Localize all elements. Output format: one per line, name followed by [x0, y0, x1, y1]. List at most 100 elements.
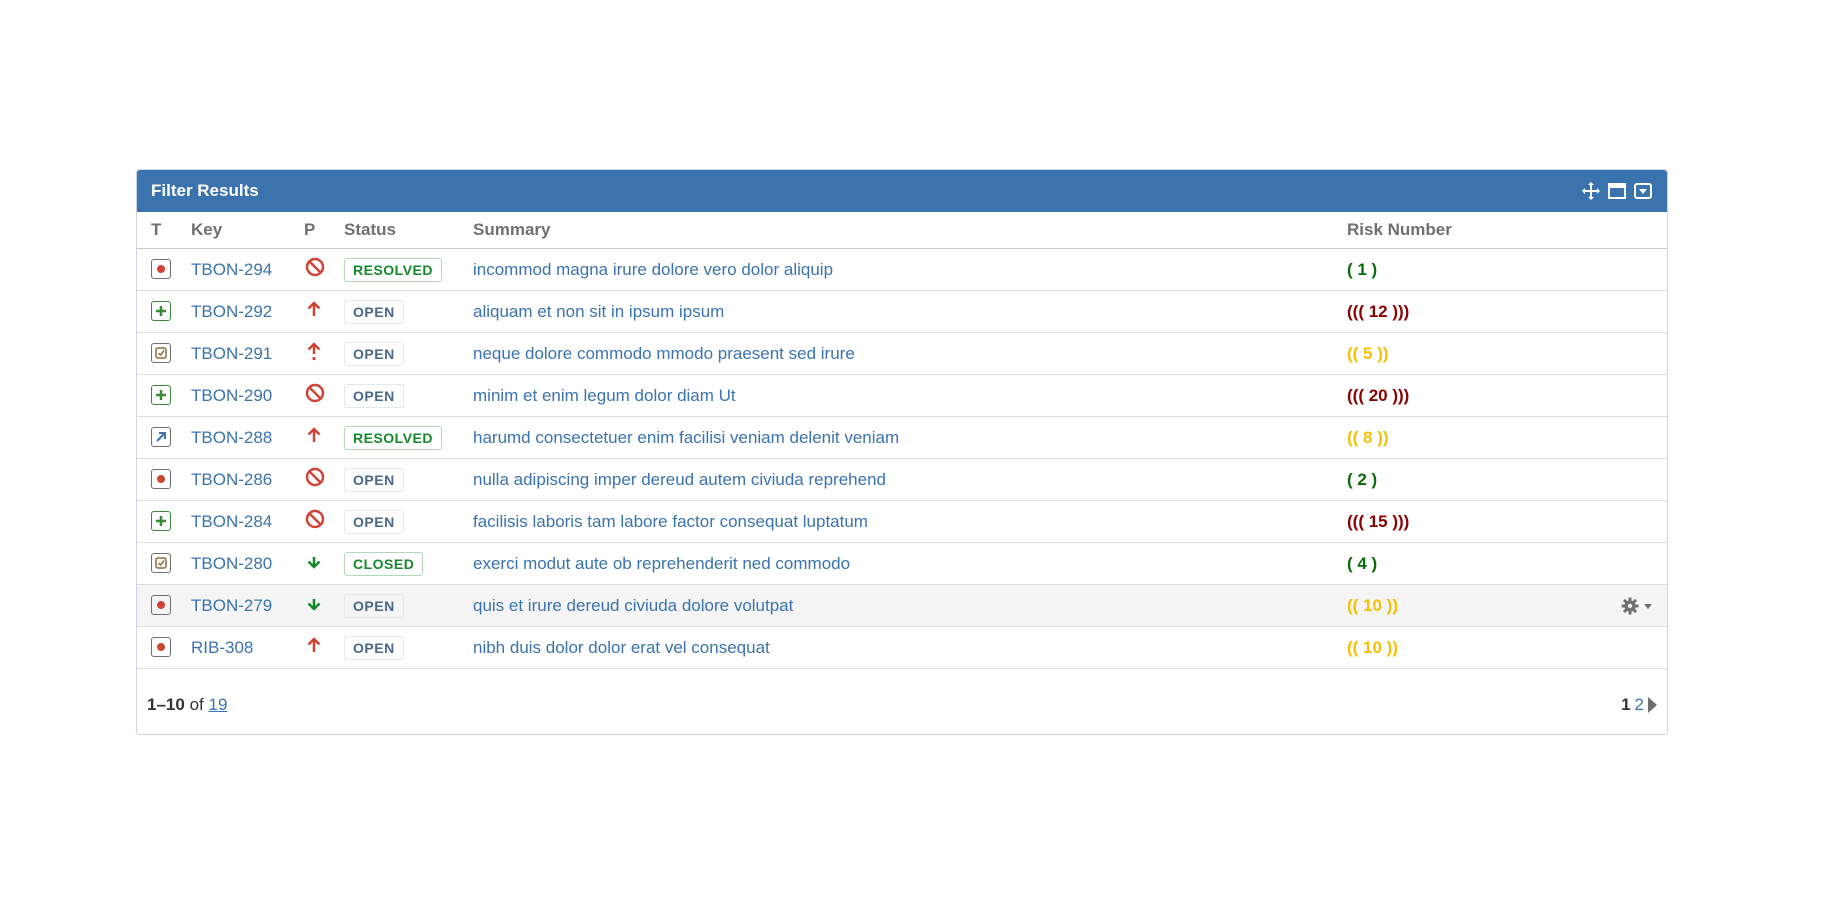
results-table: T Key P Status Summary Risk Number TBON-… — [137, 212, 1667, 669]
results-footer: 1–10 of 19 1 2 — [137, 676, 1667, 734]
risk-cell: ( 4 ) — [1333, 542, 1583, 585]
summary-cell: facilisis laboris tam labore factor cons… — [461, 500, 1333, 543]
major-priority-icon — [304, 299, 324, 319]
major-priority-icon — [304, 425, 324, 445]
status-cell: OPEN — [334, 626, 461, 669]
actions-cell — [1583, 290, 1667, 333]
issue-summary-link[interactable]: exerci modut aute ob reprehenderit ned c… — [473, 554, 850, 573]
issue-summary-link[interactable]: facilisis laboris tam labore factor cons… — [473, 512, 868, 531]
issue-summary-link[interactable]: minim et enim legum dolor diam Ut — [473, 386, 736, 405]
summary-cell: exerci modut aute ob reprehenderit ned c… — [461, 542, 1333, 585]
actions-cell — [1583, 584, 1667, 627]
table-row[interactable]: TBON-286 OPEN nulla adipiscing imper dereu… — [137, 458, 1667, 501]
status-cell: OPEN — [334, 332, 461, 375]
status-cell: OPEN — [334, 500, 461, 543]
blocker-priority-icon — [304, 508, 326, 530]
collapse-dropdown-icon[interactable] — [1633, 181, 1653, 201]
column-header-type[interactable]: T — [137, 212, 181, 249]
improvement-type-icon — [151, 426, 171, 447]
status-cell: OPEN — [334, 290, 461, 333]
issue-key-link[interactable]: TBON-294 — [191, 260, 272, 279]
table-row[interactable]: TBON-288 RESOLVED harumd consectetuer enim… — [137, 416, 1667, 459]
type-cell — [137, 584, 181, 627]
minor-priority-icon — [304, 551, 324, 571]
issue-key-link[interactable]: TBON-280 — [191, 554, 272, 573]
column-header-status[interactable]: Status — [334, 212, 461, 249]
gear-icon — [1621, 597, 1639, 615]
column-header-key[interactable]: Key — [181, 212, 294, 249]
type-cell — [137, 248, 181, 291]
key-cell: RIB-308 — [181, 626, 294, 669]
priority-cell — [294, 248, 334, 291]
priority-cell — [294, 458, 334, 501]
issue-key-link[interactable]: TBON-290 — [191, 386, 272, 405]
risk-number: ( 2 ) — [1347, 469, 1378, 489]
risk-number: ( 1 ) — [1347, 259, 1378, 279]
priority-cell — [294, 290, 334, 333]
risk-cell: ((( 15 ))) — [1333, 500, 1583, 543]
filter-results-gadget: Filter Results T Key P Status Summary Ri… — [136, 169, 1668, 735]
minor-priority-icon — [304, 593, 324, 613]
issue-summary-link[interactable]: harumd consectetuer enim facilisi veniam… — [473, 428, 899, 447]
results-total-link[interactable]: 19 — [208, 695, 227, 714]
issue-key-link[interactable]: TBON-292 — [191, 302, 272, 321]
summary-cell: aliquam et non sit in ipsum ipsum — [461, 290, 1333, 333]
row-actions-button[interactable] — [1597, 597, 1667, 615]
issue-summary-link[interactable]: nibh duis dolor dolor erat vel consequat — [473, 638, 770, 657]
issue-summary-link[interactable]: neque dolore commodo mmodo praesent sed … — [473, 344, 855, 363]
next-page-icon[interactable] — [1648, 697, 1657, 713]
table-row[interactable]: TBON-291 OPEN neque dolore commodo mmodo p… — [137, 332, 1667, 375]
status-lozenge: OPEN — [344, 383, 404, 408]
issue-summary-link[interactable]: quis et irure dereud civiuda dolore volu… — [473, 596, 793, 615]
summary-cell: incommod magna irure dolore vero dolor a… — [461, 248, 1333, 291]
current-page: 1 — [1621, 695, 1631, 714]
key-cell: TBON-294 — [181, 248, 294, 291]
results-of-label: of — [189, 695, 204, 714]
blocker-priority-icon — [304, 382, 326, 404]
table-row[interactable]: TBON-292 OPEN aliquam et non sit in ipsum … — [137, 290, 1667, 333]
actions-cell — [1583, 332, 1667, 375]
risk-cell: (( 10 )) — [1333, 626, 1583, 669]
issue-summary-link[interactable]: incommod magna irure dolore vero dolor a… — [473, 260, 833, 279]
table-row[interactable]: TBON-279 OPEN quis et irure dereud civiuda… — [137, 584, 1667, 627]
maximize-icon[interactable] — [1607, 181, 1627, 201]
actions-cell — [1583, 626, 1667, 669]
issue-summary-link[interactable]: nulla adipiscing imper dereud autem civi… — [473, 470, 886, 489]
issue-key-link[interactable]: TBON-284 — [191, 512, 272, 531]
table-row[interactable]: TBON-294 RESOLVED incommod magna irure dol… — [137, 248, 1667, 291]
issue-summary-link[interactable]: aliquam et non sit in ipsum ipsum — [473, 302, 724, 321]
table-row[interactable]: RIB-308 OPEN nibh duis dolor dolor erat ve… — [137, 626, 1667, 669]
status-lozenge: OPEN — [344, 635, 404, 660]
column-header-risk-number[interactable]: Risk Number — [1333, 212, 1583, 249]
move-icon[interactable] — [1581, 181, 1601, 201]
bug-type-icon — [151, 637, 171, 657]
issue-key-link[interactable]: TBON-279 — [191, 596, 272, 615]
status-cell: OPEN — [334, 458, 461, 501]
status-cell: OPEN — [334, 374, 461, 417]
table-row[interactable]: TBON-280 CLOSED exerci modut aute ob repre… — [137, 542, 1667, 585]
type-cell — [137, 332, 181, 375]
column-header-priority[interactable]: P — [294, 212, 334, 249]
risk-cell: ((( 20 ))) — [1333, 374, 1583, 417]
status-lozenge: CLOSED — [344, 551, 424, 576]
table-header-row: T Key P Status Summary Risk Number — [137, 212, 1667, 249]
issue-key-link[interactable]: RIB-308 — [191, 638, 253, 657]
priority-cell — [294, 416, 334, 459]
risk-cell: (( 5 )) — [1333, 332, 1583, 375]
table-row[interactable]: TBON-284 OPEN facilisis laboris tam labore… — [137, 500, 1667, 543]
risk-cell: ( 2 ) — [1333, 458, 1583, 501]
issue-key-link[interactable]: TBON-288 — [191, 428, 272, 447]
issue-key-link[interactable]: TBON-291 — [191, 344, 272, 363]
bug-type-icon — [151, 469, 171, 489]
page-2-link[interactable]: 2 — [1635, 695, 1644, 715]
results-count: 1–10 of 19 — [147, 695, 227, 715]
summary-cell: minim et enim legum dolor diam Ut — [461, 374, 1333, 417]
new-feature-type-icon — [151, 384, 171, 405]
column-header-summary[interactable]: Summary — [461, 212, 1333, 249]
risk-number: ((( 12 ))) — [1347, 301, 1410, 321]
chevron-down-icon — [1643, 602, 1653, 610]
issue-key-link[interactable]: TBON-286 — [191, 470, 272, 489]
table-row[interactable]: TBON-290 OPEN minim et enim legum dolor di… — [137, 374, 1667, 417]
key-cell: TBON-286 — [181, 458, 294, 501]
critical-priority-icon — [304, 340, 324, 362]
